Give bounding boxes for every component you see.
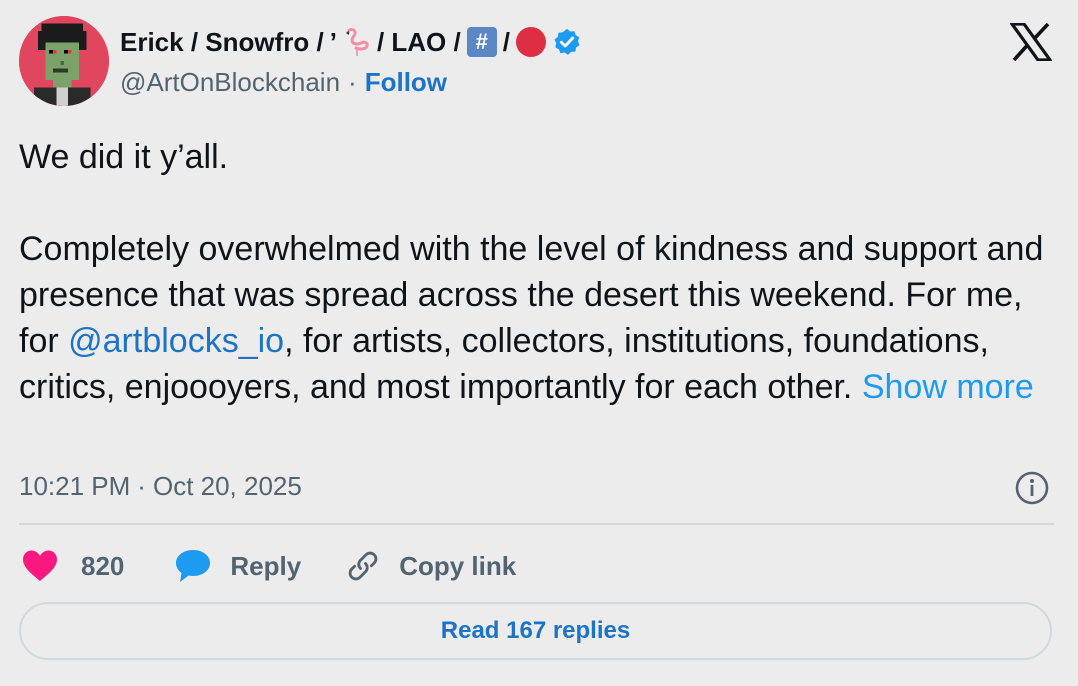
avatar[interactable] xyxy=(19,16,109,106)
tweet-text: We did it y’all. Completely overwhelmed … xyxy=(19,134,1059,410)
tweet-line-1: We did it y’all. xyxy=(19,138,229,176)
tweet-timestamp[interactable]: 10:21 PM · Oct 20, 2025 xyxy=(19,466,302,506)
tweet-embed-card: Erick / Snowfro / ’ / LAO / # / @ArtOnBl… xyxy=(0,0,1078,686)
tweet-date: Oct 20, 2025 xyxy=(152,470,302,501)
action-bar: 820 Reply Copy link xyxy=(19,544,516,588)
follow-button[interactable]: Follow xyxy=(365,67,447,98)
author-handle[interactable]: @ArtOnBlockchain xyxy=(120,67,340,98)
avatar-image xyxy=(19,16,109,106)
link-icon xyxy=(348,551,378,581)
show-more-link[interactable]: Show more xyxy=(862,368,1034,406)
x-logo-icon[interactable] xyxy=(1010,23,1052,61)
read-replies-button[interactable]: Read 167 replies xyxy=(19,602,1052,660)
reply-label: Reply xyxy=(230,550,302,581)
author-display-name[interactable]: Erick / Snowfro / ’ / LAO / # / xyxy=(120,24,582,60)
copy-link-button[interactable]: Copy link xyxy=(345,548,516,584)
divider xyxy=(19,523,1054,525)
tweet-paragraph-2: Completely overwhelmed with the level of… xyxy=(19,226,1059,410)
mention-link[interactable]: @artblocks_io xyxy=(68,322,284,360)
reply-button[interactable]: Reply xyxy=(174,548,301,584)
like-count: 820 xyxy=(81,550,125,581)
flamingo-icon xyxy=(345,28,369,56)
reply-bubble-icon xyxy=(176,550,211,582)
display-name-text-3: / xyxy=(502,26,510,57)
verified-badge-icon xyxy=(554,28,580,55)
meta-separator: · xyxy=(137,470,146,501)
hash-badge: # xyxy=(466,27,497,57)
copy-link-label: Copy link xyxy=(399,550,517,581)
tweet-time: 10:21 PM xyxy=(19,470,131,501)
author-handle-row: @ArtOnBlockchain · Follow xyxy=(120,64,447,100)
red-circle-icon xyxy=(515,27,546,57)
like-button[interactable]: 820 xyxy=(19,549,124,583)
heart-icon xyxy=(23,550,57,581)
read-replies-label: Read 167 replies xyxy=(440,617,631,644)
info-icon[interactable] xyxy=(1014,470,1050,506)
handle-separator: · xyxy=(348,66,357,97)
display-name-text-2: / LAO / xyxy=(376,26,461,57)
display-name-text-1: Erick / Snowfro / xyxy=(120,26,324,57)
display-name-apostrophe: ’ xyxy=(329,26,337,57)
